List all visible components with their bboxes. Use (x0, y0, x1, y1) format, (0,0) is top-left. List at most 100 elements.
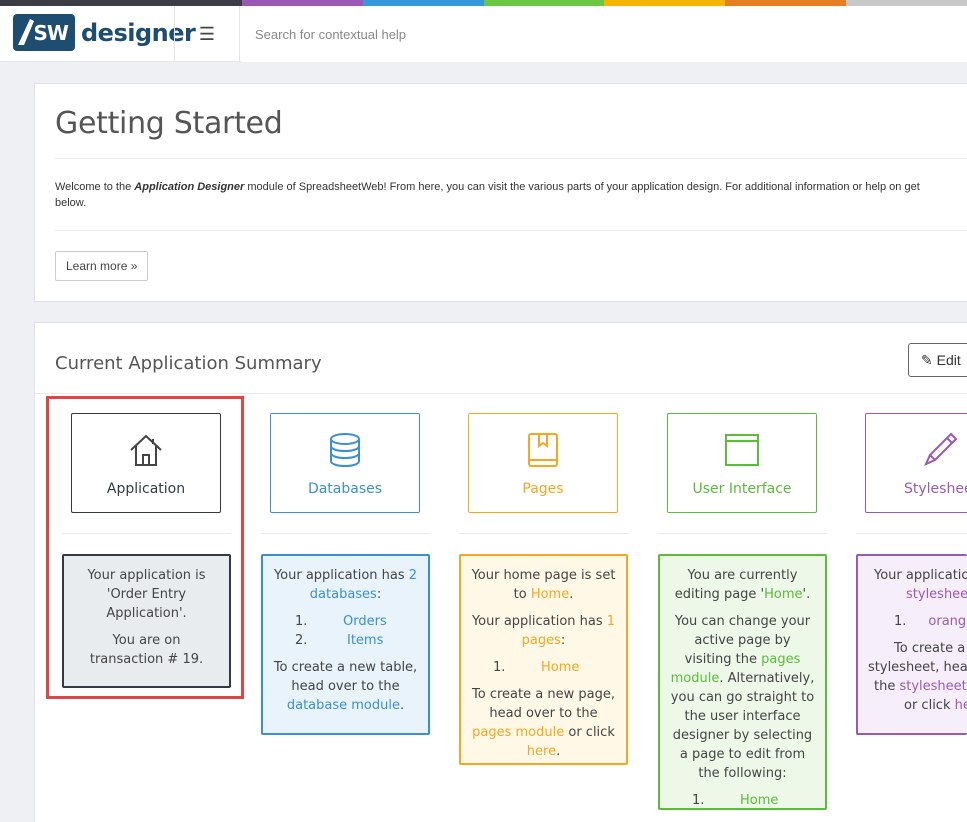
database-orders-link[interactable]: Orders (315, 612, 418, 631)
search-input[interactable] (241, 6, 967, 62)
edit-label: Edit (936, 351, 961, 368)
databases-create-post: . (399, 698, 405, 713)
tile-label: Databases (307, 481, 383, 497)
list-number: 2. (295, 633, 308, 648)
stylesheets-module-link[interactable]: stylesheets n (899, 679, 967, 694)
list-item[interactable]: 1. Orders (273, 612, 418, 631)
edit-icon: ✎ (921, 351, 933, 368)
pages-summary: Your application has 1 pages: (471, 612, 616, 650)
browser-window-icon (725, 434, 759, 466)
learn-more-button[interactable]: Learn more » (55, 251, 149, 281)
list-item[interactable]: 1.orange (894, 612, 967, 631)
tile-label: Stylesheets (904, 481, 967, 497)
pages-home-post: . (569, 587, 574, 602)
intro-line2: below. (55, 197, 87, 209)
stylesheets-create-mid: stylesheet, head (868, 660, 967, 675)
divider (856, 533, 967, 534)
ui-home-link[interactable]: Home (764, 587, 802, 602)
pages-module-link[interactable]: pages module (472, 725, 564, 740)
pages-link[interactable]: pages (522, 633, 561, 648)
ui-edit-text: You are currently editing page 'Home'. (670, 566, 815, 604)
ui-change-text: You can change your active page by visit… (670, 612, 815, 783)
list-item[interactable]: 2. Items (273, 631, 418, 650)
ui-page-home-link[interactable]: Home (712, 791, 815, 810)
divider (55, 230, 967, 231)
edit-button[interactable]: ✎ Edit (908, 343, 967, 377)
stylesheets-create-the: the (874, 679, 900, 694)
tile-label: Pages (522, 481, 564, 497)
stylesheets-create-text: To create a n stylesheet, head the style… (868, 639, 967, 715)
logo-badge-text: SW (33, 20, 69, 45)
brush-icon (924, 432, 958, 466)
stylesheets-create-or: or click (904, 698, 955, 713)
list-item[interactable]: 1. Home (471, 658, 616, 677)
pages-list: 1. Home (471, 658, 616, 677)
stylesheets-pre: Your application (874, 568, 967, 583)
databases-post: : (376, 587, 382, 602)
database-icon (330, 433, 360, 468)
databases-count-link[interactable]: 2 (409, 568, 417, 583)
ui-card: You are currently editing page 'Home'. Y… (658, 554, 827, 810)
tile-pages[interactable]: Pages (468, 413, 618, 513)
page-title: Getting Started (55, 106, 283, 141)
tile-user-interface[interactable]: User Interface (667, 413, 817, 513)
intro-rest: module of SpreadsheetWeb! From here, you… (244, 181, 920, 193)
stylesheet-orange-link[interactable]: orange (906, 614, 967, 629)
home-page-link[interactable]: Home (531, 587, 569, 602)
database-items-link[interactable]: Items (315, 631, 418, 650)
list-number: 1. (295, 614, 308, 629)
list-number: 1. (493, 660, 506, 675)
tile-databases[interactable]: Databases (270, 413, 420, 513)
databases-link[interactable]: databases (310, 587, 377, 602)
tile-label: User Interface (692, 481, 792, 497)
menu-toggle-button[interactable]: ☰ (174, 6, 240, 62)
divider (35, 393, 967, 394)
book-icon (528, 433, 558, 467)
top-bar: SW designer ☰ (0, 0, 967, 62)
databases-pre: Your application has (273, 568, 409, 583)
databases-create-pre: To create a new table, head over to the (273, 660, 418, 694)
pages-count-link[interactable]: 1 (607, 614, 615, 629)
divider (261, 533, 430, 534)
pages-has-pre: Your application has (471, 614, 607, 629)
divider (55, 158, 967, 159)
logo[interactable]: SW designer (13, 14, 196, 51)
pages-home-text: Your home page is set to Home. (471, 566, 616, 604)
databases-create-text: To create a new table, head over to the … (273, 658, 418, 715)
hamburger-icon: ☰ (198, 23, 216, 44)
strip-segment (0, 0, 121, 6)
pages-create-text: To create a new page, head over to the p… (471, 685, 616, 761)
pages-card: Your home page is set to Home. Your appl… (459, 554, 628, 765)
databases-summary: Your application has 2 databases: (273, 566, 418, 604)
pages-create-post: . (556, 744, 561, 759)
ui-change-post: . Alternatively, you can go straight to … (670, 671, 815, 781)
intro-prefix: Welcome to the (55, 181, 135, 193)
databases-card: Your application has 2 databases: 1. Orde… (261, 554, 430, 735)
divider (459, 533, 628, 534)
list-number: 1. (692, 793, 705, 808)
stylesheets-summary: Your application stylesheets (874, 566, 967, 604)
ui-edit-post: '. (802, 587, 811, 602)
pages-create-mid: or click (564, 725, 615, 740)
stylesheets-here-link[interactable]: her (955, 698, 967, 713)
list-item[interactable]: 1. Home (670, 791, 815, 810)
getting-started-panel: Getting Started Welcome to the Applicati… (34, 83, 967, 302)
pages-create-pre: To create a new page, head over to the (472, 687, 615, 721)
intro-text: Welcome to the Application Designer modu… (55, 179, 967, 211)
databases-list: 1. Orders 2. Items (273, 612, 418, 650)
tile-stylesheets[interactable]: Stylesheets (865, 413, 967, 513)
stylesheets-create-pre: To create a n (894, 641, 967, 656)
logo-badge: SW (13, 14, 75, 51)
database-module-link[interactable]: database module (287, 698, 400, 713)
pages-here-link[interactable]: here (527, 744, 556, 759)
stylesheets-card: Your application stylesheets 1.orange To… (856, 554, 967, 735)
brush-stroke-icon (18, 19, 34, 45)
pages-post: : (560, 633, 566, 648)
stylesheets-link[interactable]: stylesheets (874, 587, 967, 602)
intro-bold: Application Designer (134, 181, 245, 193)
highlight-annotation (46, 396, 244, 699)
page-home-link[interactable]: Home (513, 658, 616, 677)
divider (658, 533, 827, 534)
ui-pages-list: 1. Home (670, 791, 815, 810)
summary-title: Current Application Summary (55, 353, 322, 374)
